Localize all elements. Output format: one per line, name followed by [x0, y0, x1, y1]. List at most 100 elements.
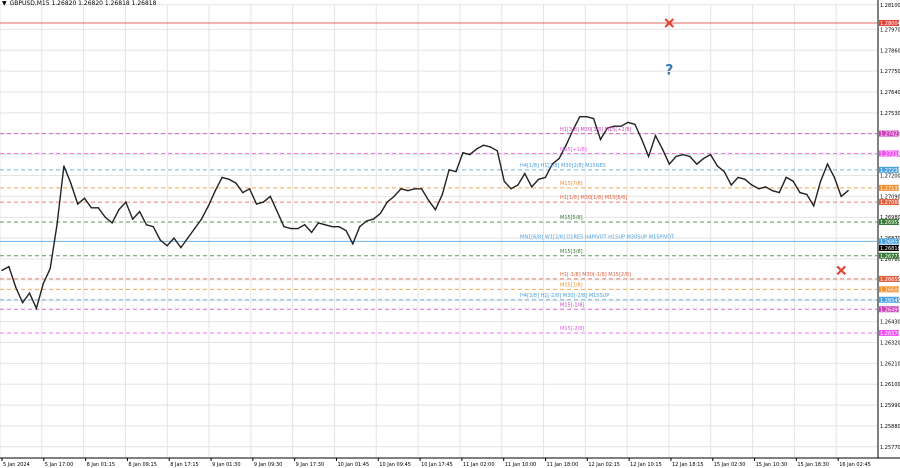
price-point	[496, 150, 498, 152]
price-tag-label: 1.27421	[880, 132, 900, 138]
price-point	[744, 178, 746, 181]
level-label: M15[-2/8]	[560, 326, 584, 332]
x-tick-label: 11 Jan 18:00	[547, 462, 579, 468]
y-tick-label: 1.27860	[880, 48, 900, 54]
x-tick-label: 12 Jan 10:15	[630, 462, 662, 468]
price-point	[730, 184, 732, 186]
price-point	[56, 224, 58, 226]
price-point	[1, 269, 3, 272]
price-tag-label: 1.26777	[880, 254, 900, 260]
price-point	[682, 153, 684, 156]
price-point	[193, 227, 196, 230]
price-point	[462, 152, 464, 154]
x-tick-label: 11 Jan 02:00	[463, 462, 495, 468]
price-point	[400, 188, 402, 190]
level-label: M15[7/8]	[560, 181, 583, 187]
price-point	[331, 226, 333, 228]
level-label: MN1[6/8] W1[2/8] D1RES H4PIVOT H1SUP M30…	[520, 235, 675, 241]
x-tick-label: 15 Jan 02:30	[714, 462, 746, 468]
y-tick-label: 1.25770	[880, 445, 900, 451]
price-point	[15, 286, 17, 289]
dropdown-arrow-icon[interactable]: ▼	[2, 0, 7, 7]
price-point	[627, 121, 629, 124]
y-tick-label: 1.25990	[880, 403, 900, 409]
price-point	[35, 307, 38, 310]
price-tag-label: 1.27316	[880, 151, 900, 157]
price-point	[310, 231, 313, 234]
price-point	[70, 182, 72, 184]
price-point	[111, 222, 113, 224]
price-point	[537, 178, 540, 181]
price-point	[427, 199, 430, 201]
x-tick-label: 8 Jan 01:15	[87, 462, 115, 468]
price-point	[359, 226, 361, 228]
price-point	[152, 226, 155, 228]
price-point	[764, 186, 767, 188]
price-point	[565, 144, 567, 146]
price-point	[647, 155, 650, 158]
price-point	[634, 123, 636, 125]
price-tag-label: 1.26370	[880, 331, 900, 337]
price-point	[365, 220, 368, 222]
price-tag-label: 1.26600	[880, 287, 900, 293]
price-point	[248, 188, 251, 190]
price-point	[242, 191, 244, 194]
price-point	[806, 193, 808, 196]
price-point	[173, 237, 175, 239]
price-point	[737, 176, 739, 179]
price-point	[207, 205, 210, 207]
price-chart[interactable]: H1[3/8] M30[3/8] M15[+2/8] M15[+1/8] H4[1/…	[0, 0, 900, 468]
level-label: M15[1/8]	[560, 282, 583, 288]
price-point	[338, 226, 340, 228]
price-point	[180, 246, 182, 249]
price-point	[255, 203, 258, 205]
price-point	[723, 171, 725, 173]
price-point	[751, 184, 753, 186]
price-point	[792, 180, 794, 182]
x-tick-label: 8 Jan 09:15	[128, 462, 156, 468]
price-point	[290, 227, 292, 230]
price-point	[345, 229, 347, 232]
price-point	[90, 207, 93, 209]
x-tick-label: 9 Jan 09:30	[254, 462, 282, 468]
chart-window[interactable]: H1[3/8] M30[3/8] M15[+2/8] M15[+1/8] H4[1/…	[0, 0, 900, 468]
price-point	[840, 195, 842, 198]
price-point	[214, 189, 216, 192]
price-point	[21, 301, 24, 304]
price-point	[97, 207, 100, 209]
y-tick-label: 1.27530	[880, 111, 900, 117]
price-point	[510, 188, 512, 190]
price-tag-label: 1.26495	[880, 307, 900, 313]
level-label: M15[-1/8]	[560, 302, 584, 308]
price-point	[63, 165, 65, 167]
x-tick-label: 10 Jan 01:45	[337, 462, 369, 468]
price-point	[778, 191, 781, 194]
price-point	[262, 201, 265, 203]
price-point	[524, 172, 526, 175]
price-point	[8, 265, 10, 268]
price-tag-label: 1.27060	[880, 200, 900, 206]
price-point	[702, 157, 705, 160]
price-point	[544, 176, 547, 179]
x-tick-label: 9 Jan 01:30	[212, 462, 240, 468]
price-tag-label: 1.27135	[880, 186, 900, 192]
level-label: H1[3/8] M30[3/8] M15[+2/8]	[560, 127, 632, 133]
x-tick-label: 15 Jan 18:30	[797, 462, 829, 468]
price-point	[76, 203, 79, 205]
price-point	[276, 210, 278, 213]
y-tick-label: 1.26430	[880, 320, 900, 326]
price-point	[221, 176, 223, 179]
price-point	[145, 224, 148, 226]
price-tag-label: 1.26545	[880, 298, 900, 304]
price-point	[819, 180, 822, 182]
price-point	[283, 226, 285, 228]
cross-marker-icon	[836, 265, 847, 276]
price-point	[28, 292, 31, 294]
price-point	[372, 218, 375, 220]
price-point	[785, 176, 787, 179]
price-point	[757, 188, 760, 190]
x-tick-label: 10 Jan 09:45	[379, 462, 411, 468]
price-point	[83, 197, 86, 199]
price-point	[592, 117, 595, 120]
price-point	[269, 195, 271, 198]
